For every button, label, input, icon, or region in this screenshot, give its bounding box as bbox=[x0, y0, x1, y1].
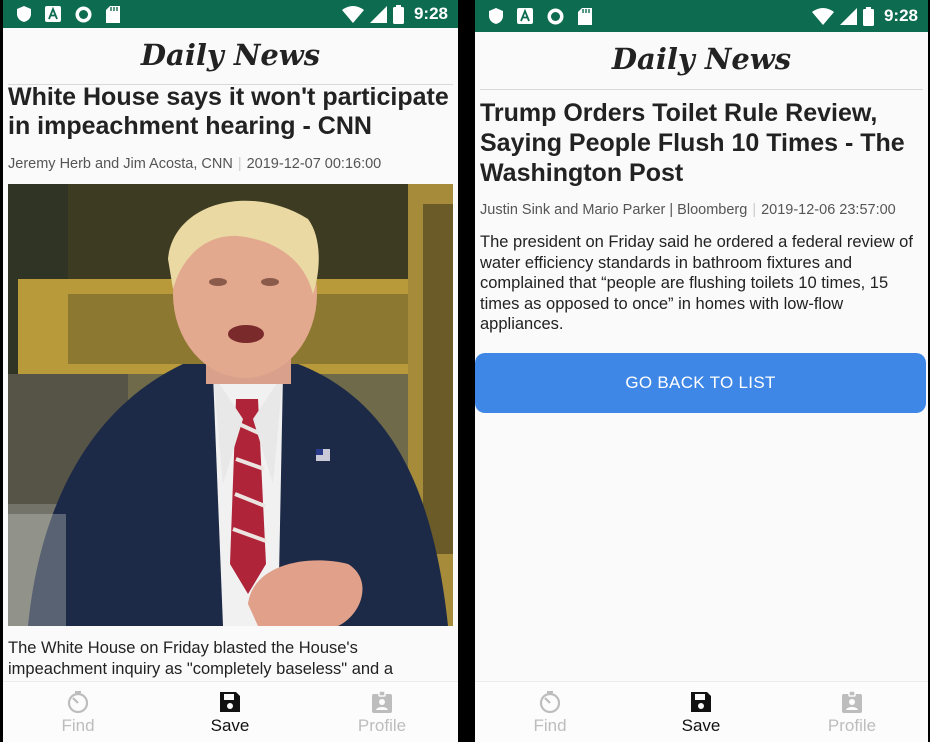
bottom-navigation: Find Save Profile bbox=[475, 681, 928, 742]
go-back-button[interactable]: GO BACK TO LIST bbox=[475, 353, 926, 413]
bottom-navigation: Find Save Profile bbox=[3, 681, 458, 742]
nav-label: Find bbox=[533, 716, 567, 735]
header-divider bbox=[480, 89, 923, 90]
clock: 9:28 bbox=[883, 6, 918, 25]
timer-icon bbox=[539, 691, 561, 714]
wifi-icon bbox=[341, 5, 364, 23]
shield-icon bbox=[17, 6, 31, 22]
font-a-icon bbox=[517, 8, 533, 24]
article-date: 2019-12-06 23:57:00 bbox=[761, 202, 896, 218]
wifi-icon bbox=[811, 7, 834, 25]
app-title: Daily News bbox=[611, 42, 792, 76]
status-bar: 9:28 bbox=[475, 0, 928, 32]
nav-find[interactable]: Find bbox=[475, 682, 625, 742]
nav-label: Find bbox=[61, 716, 95, 735]
badge-icon bbox=[372, 690, 392, 713]
clock: 9:28 bbox=[413, 4, 448, 23]
signal-icon bbox=[839, 7, 857, 25]
phone-screen-left: 9:28 Daily News White House says it won'… bbox=[3, 0, 458, 742]
article-title: White House says it won't participate in… bbox=[8, 83, 449, 140]
phone-screen-right: 9:28 Daily News Trump Orders Toilet Rule… bbox=[475, 0, 928, 742]
nav-save[interactable]: Save bbox=[155, 682, 305, 742]
article-author: Justin Sink and Mario Parker | Bloomberg bbox=[480, 202, 748, 218]
font-a-icon bbox=[45, 6, 61, 22]
article-byline: Justin Sink and Mario Parker | Bloomberg… bbox=[480, 202, 896, 218]
article-byline: Jeremy Herb and Jim Acosta, CNN | 2019-12-… bbox=[8, 156, 382, 172]
nav-label: Save bbox=[210, 716, 250, 735]
nav-profile[interactable]: Profile bbox=[307, 682, 457, 742]
app-title: Daily News bbox=[140, 38, 321, 72]
status-bar: 9:28 bbox=[3, 0, 458, 28]
article-body: The White House on Friday blasted the Ho… bbox=[8, 639, 393, 678]
sd-card-icon bbox=[578, 7, 592, 25]
timer-icon bbox=[67, 691, 89, 714]
article-photo bbox=[8, 184, 453, 626]
sync-circle-icon bbox=[547, 8, 564, 24]
signal-icon bbox=[369, 5, 387, 23]
sync-circle-icon bbox=[75, 6, 92, 22]
shield-icon bbox=[489, 8, 503, 24]
battery-icon bbox=[392, 4, 404, 24]
article-body: The president on Friday said he ordered … bbox=[480, 233, 913, 333]
nav-save[interactable]: Save bbox=[626, 682, 776, 742]
sd-card-icon bbox=[106, 5, 120, 23]
article-title: Trump Orders Toilet Rule Review, Saying … bbox=[480, 99, 905, 187]
nav-find[interactable]: Find bbox=[3, 682, 153, 742]
badge-icon bbox=[842, 690, 862, 713]
nav-label: Profile bbox=[357, 716, 407, 735]
battery-icon bbox=[862, 6, 874, 26]
save-icon bbox=[691, 692, 711, 712]
nav-label: Save bbox=[681, 716, 721, 735]
article-author: Jeremy Herb and Jim Acosta, CNN bbox=[8, 156, 233, 172]
nav-profile[interactable]: Profile bbox=[777, 682, 927, 742]
save-icon bbox=[220, 692, 240, 712]
article-date: 2019-12-07 00:16:00 bbox=[246, 156, 382, 172]
nav-label: Profile bbox=[827, 716, 877, 735]
